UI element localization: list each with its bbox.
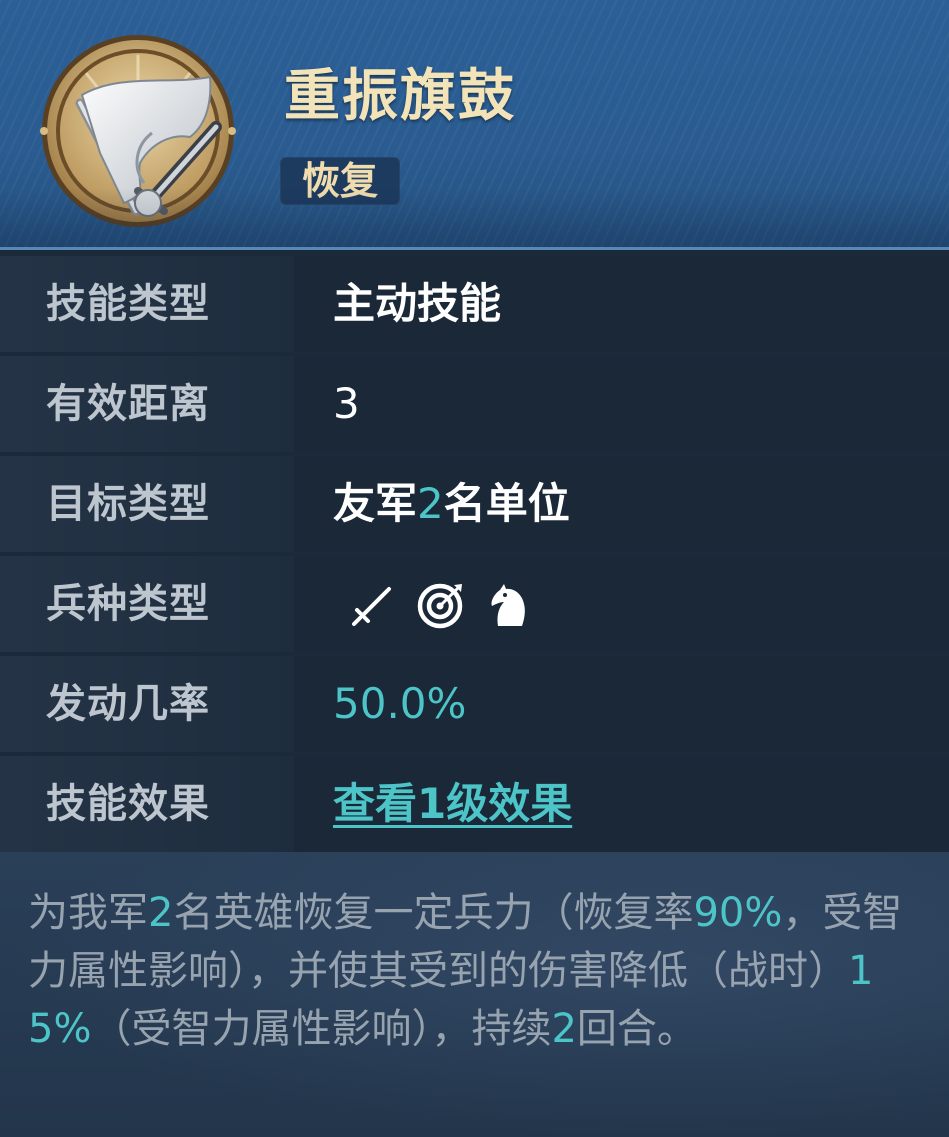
flag-sword-icon [40, 33, 236, 229]
skill-title: 重振旗鼓 [284, 64, 516, 129]
desc-text: 回合。 [576, 1006, 697, 1052]
row-label: 目标类型 [0, 456, 294, 552]
row-troop-type: 兵种类型 [0, 556, 949, 652]
desc-text: 为我军 [28, 890, 148, 936]
target-icon [416, 580, 466, 630]
target-prefix: 友军 [333, 479, 418, 528]
row-skill-effect: 技能效果 查看1级效果 [0, 756, 949, 852]
row-trigger-rate: 发动几率 50.0% [0, 656, 949, 752]
row-label: 技能效果 [0, 756, 294, 852]
row-target-type: 目标类型 友军2名单位 [0, 456, 949, 552]
sword-icon [348, 580, 398, 630]
desc-highlight: 2 [551, 1006, 577, 1052]
skill-header: 重振旗鼓 恢复 [0, 0, 949, 250]
desc-highlight: 90% [693, 890, 783, 936]
desc-highlight: 2 [148, 890, 174, 936]
desc-text: 名英雄恢复一定兵力（恢复率 [173, 890, 694, 936]
row-label: 有效距离 [0, 356, 294, 452]
skill-description-panel: 为我军2名英雄恢复一定兵力（恢复率90%，受智力属性影响），并使其受到的伤害降低… [0, 852, 949, 1137]
troop-type-icons [348, 580, 534, 630]
skill-description: 为我军2名英雄恢复一定兵力（恢复率90%，受智力属性影响），并使其受到的伤害降低… [28, 884, 928, 1058]
skill-category-badge: 恢复 [280, 157, 401, 205]
desc-text: （受智力属性影响），持续 [91, 1006, 552, 1052]
row-label: 技能类型 [0, 256, 294, 352]
effective-range-value: 3 [333, 356, 360, 452]
row-skill-type: 技能类型 主动技能 [0, 256, 949, 352]
target-count: 2 [417, 479, 444, 528]
row-effective-range: 有效距离 3 [0, 356, 949, 452]
range-number: 3 [333, 379, 360, 428]
row-label: 兵种类型 [0, 556, 294, 652]
horse-icon [484, 580, 534, 630]
target-type-value: 友军2名单位 [333, 456, 570, 552]
row-label: 发动几率 [0, 656, 294, 752]
target-suffix: 名单位 [443, 479, 570, 528]
view-level-effect-link[interactable]: 查看1级效果 [333, 779, 572, 828]
skill-attribute-table: 技能类型 主动技能 有效距离 3 目标类型 友军2名单位 兵种类型 发动几率 5… [0, 256, 949, 852]
trigger-rate-value: 50.0% [333, 679, 467, 728]
skill-type-value: 主动技能 [333, 279, 502, 328]
skill-effect-value: 查看1级效果 [333, 756, 572, 852]
